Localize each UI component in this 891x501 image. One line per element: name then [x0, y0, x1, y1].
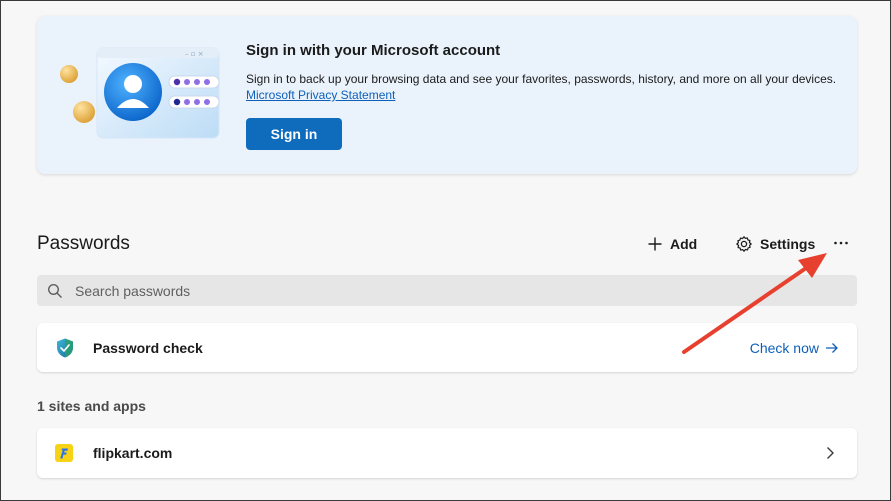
- svg-text:– ▫ ×: – ▫ ×: [185, 50, 204, 58]
- plus-icon: [647, 236, 663, 252]
- password-check-card[interactable]: Password check Check now: [37, 323, 857, 372]
- search-box[interactable]: [37, 275, 857, 306]
- site-row[interactable]: flipkart.com: [37, 428, 857, 478]
- more-horizontal-icon: [834, 241, 848, 245]
- signin-banner: – ▫ × Sign in with your Microsoft accoun…: [37, 16, 857, 174]
- banner-description: Sign in to back up your browsing data an…: [246, 72, 837, 86]
- account-illustration-icon: – ▫ ×: [60, 47, 220, 139]
- search-input[interactable]: [75, 282, 835, 299]
- add-password-button[interactable]: Add: [647, 231, 697, 257]
- settings-button[interactable]: Settings: [735, 231, 815, 257]
- settings-label: Settings: [760, 236, 816, 252]
- search-icon: [47, 283, 62, 298]
- shield-check-icon: [55, 337, 75, 359]
- sites-heading: 1 sites and apps: [37, 398, 146, 414]
- check-now-link[interactable]: Check now: [750, 340, 839, 356]
- flipkart-logo-icon: [55, 444, 73, 462]
- sign-in-button[interactable]: Sign in: [246, 118, 342, 150]
- passwords-page: – ▫ × Sign in with your Microsoft accoun…: [0, 0, 891, 501]
- chevron-right-icon[interactable]: [826, 446, 835, 460]
- banner-title: Sign in with your Microsoft account: [246, 42, 501, 59]
- password-check-label: Password check: [93, 339, 203, 356]
- page-title: Passwords: [37, 233, 130, 254]
- check-now-label: Check now: [749, 339, 819, 356]
- site-label: flipkart.com: [93, 445, 173, 461]
- arrow-right-icon: [826, 342, 838, 353]
- privacy-statement-link[interactable]: Microsoft Privacy Statement: [246, 88, 395, 102]
- add-label: Add: [670, 236, 698, 252]
- more-options-button[interactable]: [829, 231, 853, 255]
- gear-icon: [735, 235, 753, 253]
